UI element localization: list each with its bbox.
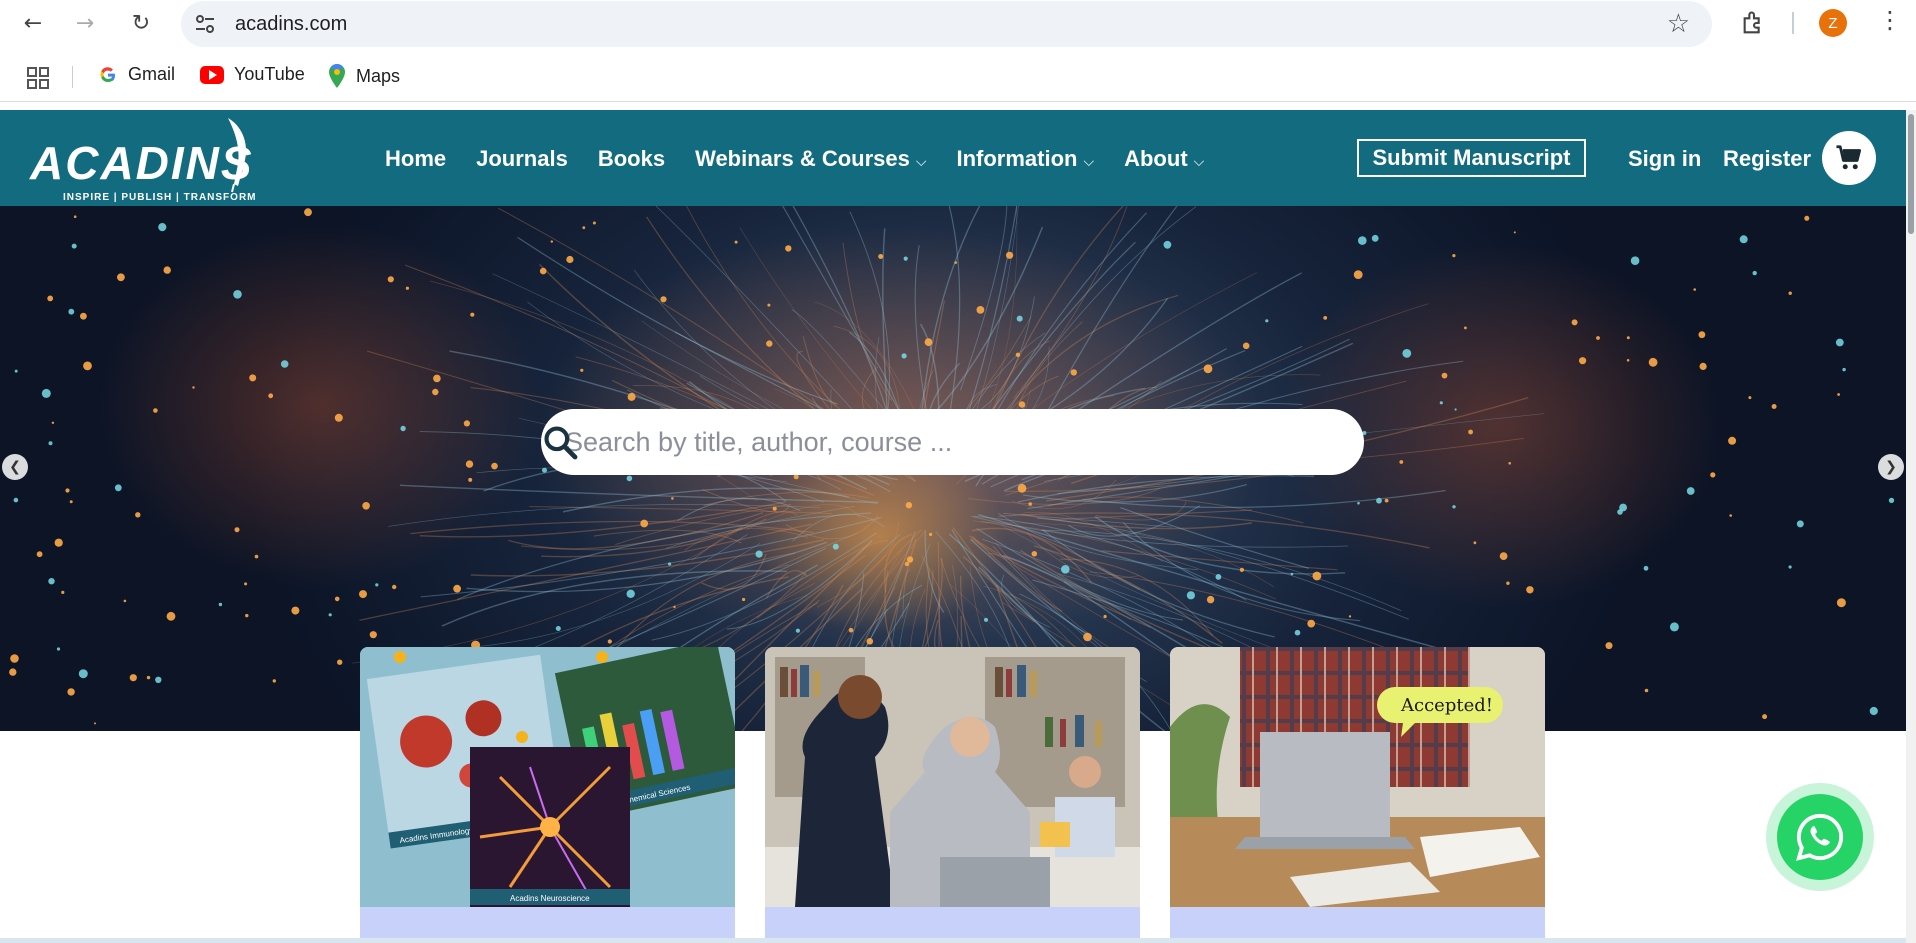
forward-button[interactable]: → bbox=[70, 8, 100, 38]
chevron-down-icon: ⌵ bbox=[1193, 153, 1205, 169]
apps-grid-icon[interactable] bbox=[26, 66, 50, 90]
browser-menu-icon[interactable]: ⋮ bbox=[1878, 6, 1902, 34]
accepted-badge-text: Accepted! bbox=[1400, 695, 1493, 716]
site-header: ACADINS INSPIRE | PUBLISH | TRANSFORM Ho… bbox=[0, 110, 1906, 206]
bookmark-maps[interactable]: Maps bbox=[328, 64, 400, 88]
feature-card-journals[interactable]: Acadins Immunology & Microbiology Acadin… bbox=[360, 647, 735, 943]
address-bar[interactable]: acadins.com ☆ bbox=[181, 1, 1712, 47]
logo-tagline: INSPIRE | PUBLISH | TRANSFORM bbox=[63, 192, 257, 203]
toolbar-divider bbox=[1792, 12, 1794, 34]
bookmark-label: Maps bbox=[356, 65, 401, 86]
carousel-next-button[interactable]: ❯ bbox=[1878, 454, 1904, 480]
submit-manuscript-button[interactable]: Submit Manuscript bbox=[1357, 139, 1586, 177]
google-icon bbox=[100, 66, 115, 82]
acadins-logo[interactable]: ACADINS INSPIRE | PUBLISH | TRANSFORM bbox=[30, 114, 260, 203]
cart-button[interactable] bbox=[1822, 131, 1876, 185]
search-icon[interactable] bbox=[541, 423, 579, 461]
feature-card-courses[interactable] bbox=[765, 647, 1140, 943]
chevron-down-icon: ⌵ bbox=[1083, 153, 1095, 169]
bookmarks-divider bbox=[72, 66, 73, 88]
feature-card-publishing[interactable]: Accepted! bbox=[1170, 647, 1545, 943]
nav-information[interactable]: Information ⌵ bbox=[956, 146, 1094, 172]
accepted-laptop-image: Accepted! bbox=[1170, 647, 1545, 907]
youtube-icon bbox=[200, 65, 224, 84]
chevron-down-icon: ⌵ bbox=[915, 153, 927, 169]
url-text[interactable]: acadins.com bbox=[235, 13, 347, 36]
page-bottom-edge bbox=[0, 938, 1906, 943]
bookmark-label: YouTube bbox=[234, 64, 305, 84]
register-link[interactable]: Register bbox=[1723, 146, 1811, 172]
sign-in-link[interactable]: Sign in bbox=[1628, 146, 1701, 172]
nav-about[interactable]: About ⌵ bbox=[1124, 146, 1204, 172]
profile-avatar[interactable]: Z bbox=[1819, 9, 1847, 37]
nav-home[interactable]: Home bbox=[385, 146, 446, 172]
bookmark-youtube[interactable]: YouTube bbox=[200, 64, 305, 85]
nav-journals[interactable]: Journals bbox=[476, 146, 568, 172]
cart-icon bbox=[1836, 145, 1861, 170]
extensions-icon[interactable] bbox=[1740, 9, 1768, 37]
main-navigation: Home Journals Books Webinars & Courses ⌵ … bbox=[385, 146, 1204, 172]
bookmarks-bar: Gmail YouTube Maps bbox=[0, 52, 1916, 102]
browser-toolbar: ← → ↻ acadins.com ☆ Z ⋮ bbox=[0, 0, 1916, 47]
site-search-box bbox=[541, 409, 1364, 475]
journal-covers-image: Acadins Immunology & Microbiology Acadin… bbox=[360, 647, 735, 907]
quill-icon bbox=[228, 118, 247, 193]
bookmark-star-icon[interactable]: ☆ bbox=[1667, 9, 1690, 39]
search-input[interactable] bbox=[565, 423, 1265, 461]
nav-books[interactable]: Books bbox=[598, 146, 665, 172]
carousel-prev-button[interactable]: ❮ bbox=[2, 454, 28, 480]
whatsapp-chat-button[interactable] bbox=[1777, 794, 1863, 880]
reload-button[interactable]: ↻ bbox=[126, 8, 156, 38]
page-scrollbar[interactable] bbox=[1906, 110, 1916, 943]
bookmark-gmail[interactable]: Gmail bbox=[98, 64, 175, 85]
scrollbar-thumb[interactable] bbox=[1908, 114, 1914, 234]
library-people-image bbox=[765, 647, 1140, 907]
maps-icon bbox=[329, 64, 345, 88]
cover-title-neuroscience: Acadins Neuroscience bbox=[510, 894, 590, 903]
whatsapp-icon bbox=[1796, 813, 1844, 861]
back-button[interactable]: ← bbox=[18, 8, 48, 38]
site-info-icon[interactable] bbox=[193, 12, 217, 36]
bookmark-label: Gmail bbox=[128, 64, 176, 84]
nav-webinars-courses[interactable]: Webinars & Courses ⌵ bbox=[695, 146, 926, 172]
